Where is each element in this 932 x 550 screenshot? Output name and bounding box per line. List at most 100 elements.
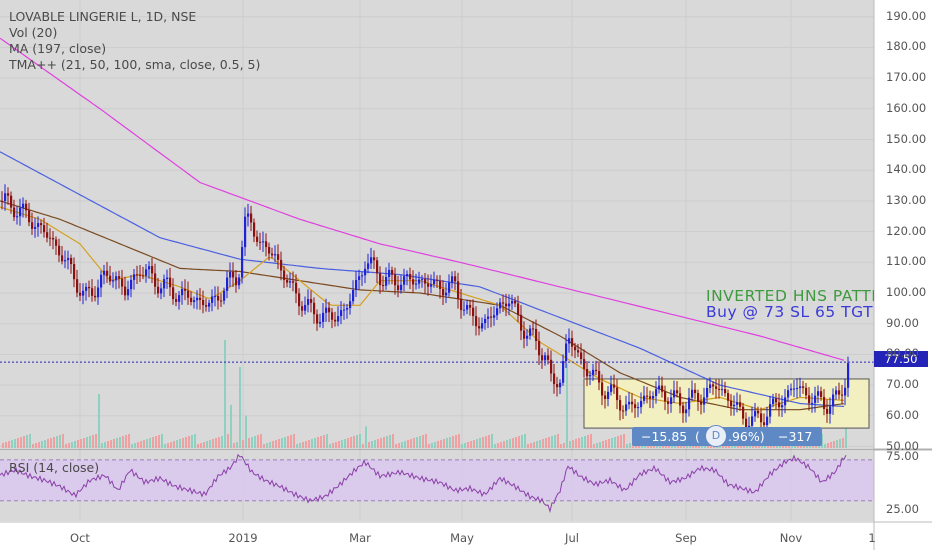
candle-body [616,387,619,401]
candle-body [172,287,175,300]
volume-bar [44,440,46,448]
rsi-legend[interactable]: RSI (14, close) [9,460,99,475]
volume-bar [593,444,595,448]
candle-body [310,299,313,303]
candle-body [256,236,259,242]
candle-body [10,195,13,208]
volume-bar [440,440,442,448]
trade-annotation[interactable]: Buy @ 73 SL 65 TGT [706,303,874,321]
volume-bar [314,438,316,448]
volume-bar [839,439,841,448]
candle-body [628,401,631,405]
candle-body [631,401,634,405]
volume-bar [20,437,22,448]
volume-bar [290,435,292,448]
candle-body [796,388,799,390]
volume-bar [404,441,406,448]
volume-bar [569,441,571,448]
volume-bar [830,442,832,448]
candle-body [418,279,421,284]
candle-body [757,410,760,414]
volume-bar [245,415,247,448]
volume-bar [398,443,400,448]
volume-bar [203,442,205,448]
candle-body [157,286,160,294]
candle-body [787,390,790,398]
volume-bar [497,443,499,448]
volume-bar [308,440,310,448]
candle-body [760,413,763,423]
volume-bar [431,443,433,448]
volume-bar [512,438,514,448]
volume-bar [275,440,277,448]
candle-body [436,279,439,281]
candle-body [40,223,43,226]
volume-legend[interactable]: Vol (20) [9,25,57,40]
volume-bar [230,404,232,448]
candle-body [649,396,652,399]
candle-body [478,326,481,329]
candle-body [709,384,712,388]
volume-bar [170,442,172,448]
candle-body [142,275,145,277]
candle-body [235,277,238,286]
candle-body [190,297,193,302]
volume-bar [413,438,415,448]
candle-body [487,316,490,319]
candle-body [682,405,685,414]
volume-bar [149,438,151,448]
candle-body [13,207,16,218]
candle-body [154,273,157,287]
tma-legend[interactable]: TMA++ (21, 50, 100, sma, close, 0.5, 5) [9,57,260,72]
candle-body [676,390,679,394]
volume-bar [317,437,319,448]
volume-bar [524,434,526,448]
candle-body [85,286,88,291]
candle-body [79,292,82,296]
candle-body [49,237,52,239]
price-tick-label: 60.00 [886,407,919,422]
price-chart[interactable] [0,0,932,550]
candle-body [733,404,736,407]
candle-body [4,193,7,201]
candle-body [25,203,28,211]
volume-bar [476,439,478,448]
volume-bar [572,440,574,448]
candle-body [511,300,514,304]
volume-bar [605,440,607,448]
volume-bar [329,444,331,448]
candle-body [577,350,580,353]
candle-body [772,398,775,405]
candle-body [34,226,37,229]
candle-body [409,274,412,280]
volume-bar [14,439,16,448]
volume-bar [47,439,49,448]
volume-bar [8,441,10,448]
volume-bar [236,442,238,448]
candle-body [529,328,532,336]
candle-body [277,254,280,260]
candle-body [7,193,10,196]
volume-bar [518,436,520,448]
volume-bar [5,442,7,448]
candle-body [262,241,265,243]
candle-body [28,210,31,223]
volume-bar [311,439,313,448]
volume-bar [194,434,196,448]
volume-bar [164,444,166,448]
candle-body [232,271,235,278]
volume-bar [101,443,103,448]
candle-body [229,271,232,278]
volume-bar [50,438,52,448]
volume-bar [152,437,154,448]
dividend-badge[interactable]: D [705,425,727,447]
candle-body [538,340,541,356]
candle-body [37,223,40,227]
volume-bar [401,442,403,448]
volume-bar [356,435,358,448]
volume-bar [125,435,127,448]
candle-body [472,307,475,317]
candle-body [199,297,202,300]
candle-body [361,275,364,277]
ma-legend[interactable]: MA (197, close) [9,41,106,56]
